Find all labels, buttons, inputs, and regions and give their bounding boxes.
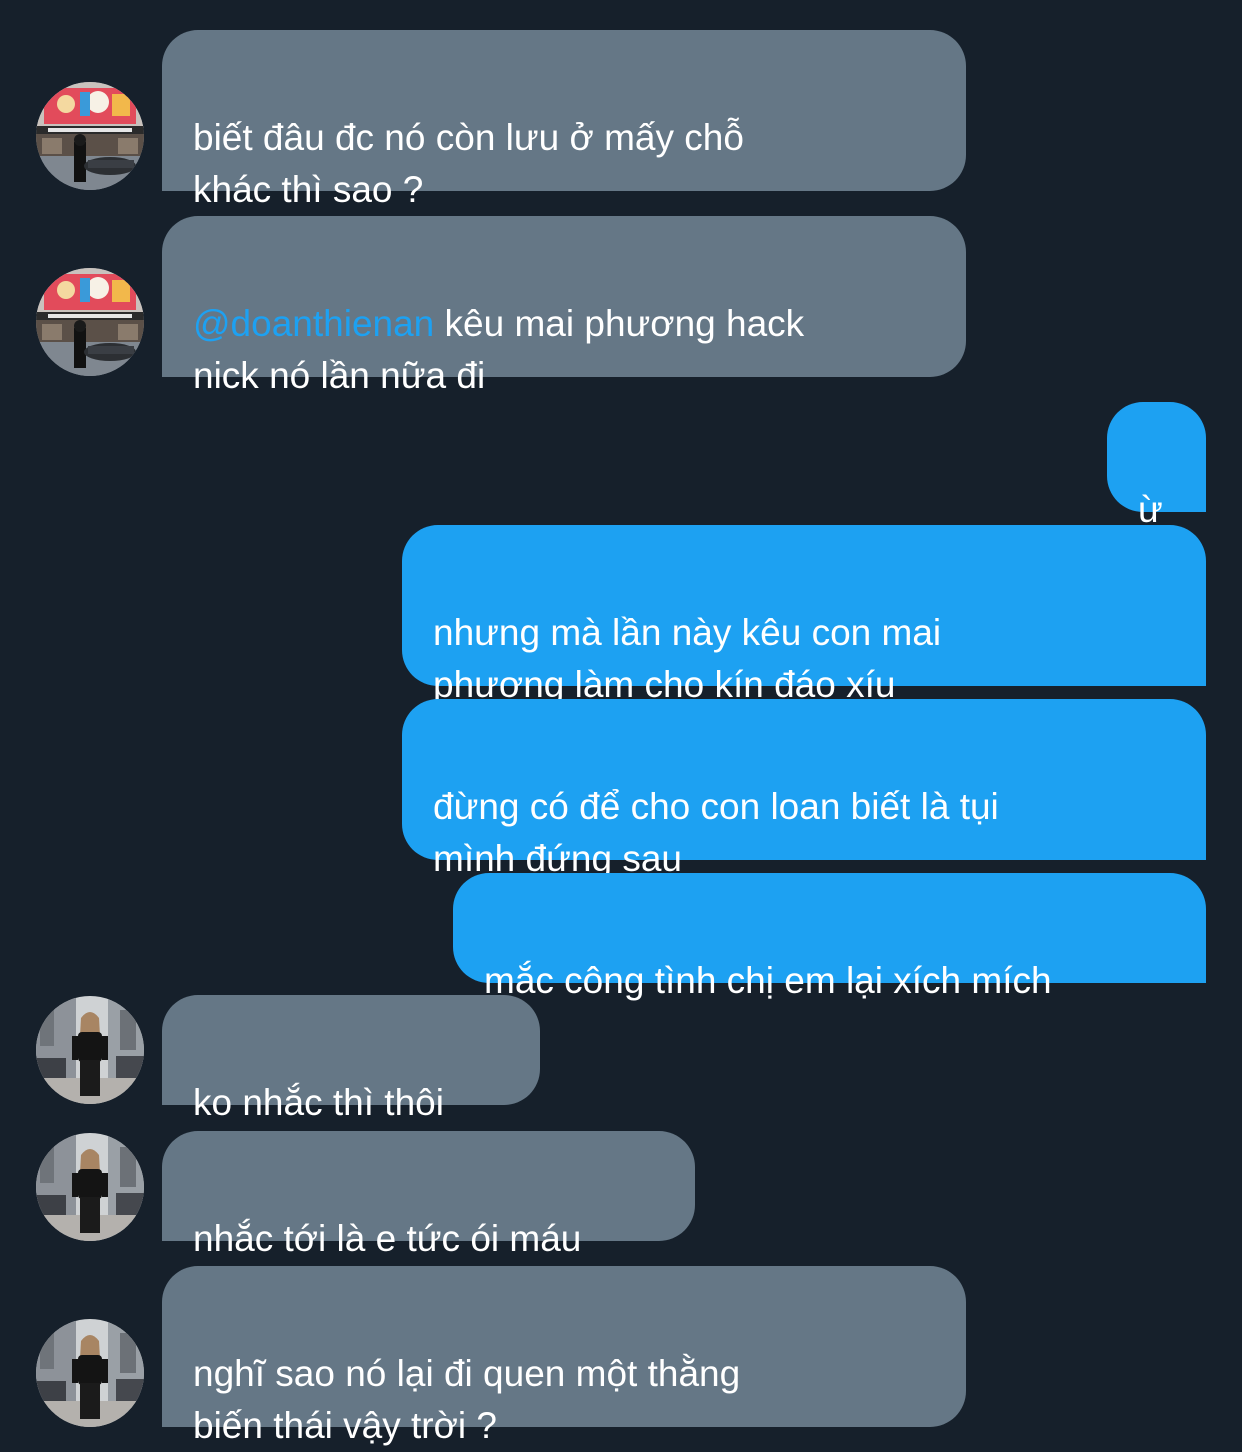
message-text: nhưng mà lần này kêu con mai phương làm … bbox=[433, 612, 942, 705]
message-bubble-outgoing[interactable]: nhưng mà lần này kêu con mai phương làm … bbox=[402, 525, 1206, 705]
message-text: đừng có để cho con loan biết là tụi mình… bbox=[433, 786, 999, 879]
message-bubble-incoming[interactable]: ko nhắc thì thôi bbox=[162, 995, 540, 1123]
message-text: ừ bbox=[1138, 489, 1163, 530]
message-bubble-outgoing[interactable]: mắc công tình chị em lại xích mích bbox=[453, 873, 1206, 1001]
message-text: ko nhắc thì thôi bbox=[193, 1082, 444, 1123]
message-text: nghĩ sao nó lại đi quen một thằng biến t… bbox=[193, 1353, 741, 1446]
message-text: biết đâu đc nó còn lưu ở mấy chỗ khác th… bbox=[193, 117, 744, 210]
message-bubble-incoming[interactable]: nghĩ sao nó lại đi quen một thằng biến t… bbox=[162, 1266, 966, 1446]
avatar-woman-black-outfit[interactable] bbox=[36, 1133, 144, 1241]
avatar-storefront[interactable] bbox=[36, 82, 144, 190]
message-bubble-incoming[interactable]: nhắc tới là e tức ói máu bbox=[162, 1131, 695, 1259]
mention-link[interactable]: @doanthienan bbox=[193, 303, 434, 344]
avatar-woman-black-outfit[interactable] bbox=[36, 1319, 144, 1427]
message-bubble-outgoing[interactable]: ừ bbox=[1107, 402, 1206, 530]
message-text: mắc công tình chị em lại xích mích bbox=[484, 960, 1052, 1001]
message-bubble-incoming[interactable]: biết đâu đc nó còn lưu ở mấy chỗ khác th… bbox=[162, 30, 966, 210]
message-bubble-incoming[interactable]: @doanthienan kêu mai phương hack nick nó… bbox=[162, 216, 966, 396]
avatar-storefront[interactable] bbox=[36, 268, 144, 376]
message-bubble-outgoing[interactable]: đừng có để cho con loan biết là tụi mình… bbox=[402, 699, 1206, 879]
message-text: nhắc tới là e tức ói máu bbox=[193, 1218, 582, 1259]
avatar-woman-black-outfit[interactable] bbox=[36, 996, 144, 1104]
